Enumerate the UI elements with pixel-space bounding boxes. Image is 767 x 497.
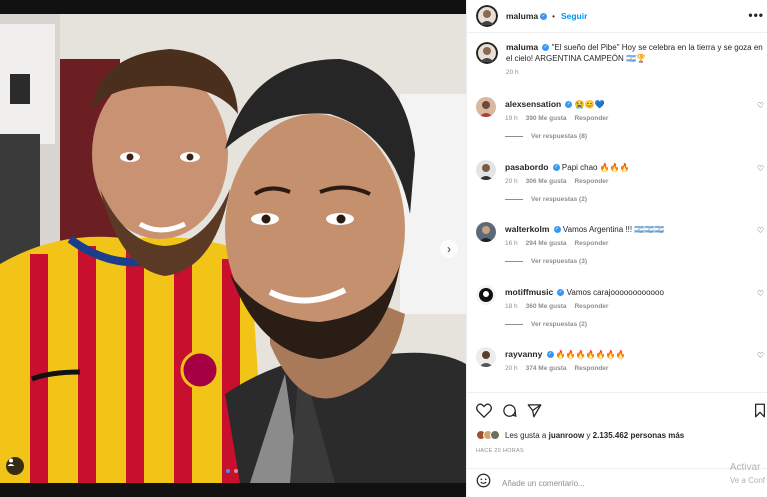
verified-badge-icon: ✓: [546, 351, 554, 359]
comment-text: Vamos carajoooooooooooo: [566, 288, 664, 297]
view-replies[interactable]: Ver respuestas (3): [505, 258, 766, 265]
comment-likes[interactable]: 374 Me gusta: [526, 363, 567, 374]
post-caption: maluma ✓ "El sueño del Pibe" Hoy se cele…: [476, 42, 764, 78]
windows-activation-watermark: Activar Ve a Conf: [729, 462, 765, 485]
comment: motiffmusic ✓ Vamos carajoooooooooooo 18…: [476, 285, 766, 328]
comment-username[interactable]: alexsensation: [505, 99, 561, 109]
post-photo[interactable]: ›: [0, 14, 466, 483]
comment-username[interactable]: pasabordo: [505, 162, 548, 172]
commenter-avatar[interactable]: [476, 222, 496, 242]
view-replies[interactable]: Ver respuestas (2): [505, 321, 766, 328]
share-icon[interactable]: [527, 403, 542, 423]
post-details-panel: maluma ✓ • Seguir ••• maluma ✓ "El sueño…: [466, 0, 767, 497]
reply-button[interactable]: Responder: [574, 363, 608, 374]
commenter-avatar[interactable]: [476, 347, 496, 367]
reply-button[interactable]: Responder: [574, 113, 608, 124]
carousel-dots: [226, 469, 238, 473]
comment-time: 20 h: [505, 178, 518, 185]
like-comment-heart-icon[interactable]: ♡: [757, 289, 764, 298]
comment-likes[interactable]: 306 Me gusta: [526, 176, 567, 187]
comment-likes[interactable]: 294 Me gusta: [526, 238, 567, 249]
add-comment-bar: Añade un comentario...: [467, 468, 767, 497]
comment-likes[interactable]: 390 Me gusta: [526, 113, 567, 124]
comment-time: 19 h: [505, 115, 518, 122]
caption-body: maluma ✓ "El sueño del Pibe" Hoy se cele…: [506, 42, 764, 78]
author-username[interactable]: maluma: [506, 11, 538, 21]
reply-button[interactable]: Responder: [574, 238, 608, 249]
like-comment-heart-icon[interactable]: ♡: [757, 101, 764, 110]
author-avatar[interactable]: [476, 5, 498, 27]
reply-button[interactable]: Responder: [574, 176, 608, 187]
post-header: maluma ✓ • Seguir •••: [467, 0, 767, 33]
post-time-ago: HACE 20 HORAS: [476, 448, 524, 454]
comment-time: 20 h: [505, 365, 518, 372]
comment-time: 18 h: [505, 303, 518, 310]
follow-button[interactable]: Seguir: [561, 11, 587, 21]
commenter-avatar[interactable]: [476, 160, 496, 180]
commenter-avatar[interactable]: [476, 97, 496, 117]
save-bookmark-icon[interactable]: [754, 403, 766, 423]
post-actions: Les gusta a juanroow y 2.135.462 persona…: [467, 392, 767, 472]
photo-illustration: [0, 14, 466, 483]
carousel-dot-active: [226, 469, 230, 473]
comment-time: 16 h: [505, 240, 518, 247]
likes-text: Les gusta a juanroow y 2.135.462 persona…: [505, 430, 685, 440]
user-tag-icon[interactable]: [6, 457, 24, 475]
reply-button[interactable]: Responder: [574, 301, 608, 312]
comment: pasabordo ✓ Papi chao 🔥🔥🔥 20 h 306 Me gu…: [476, 160, 766, 203]
caption-time: 20 h: [506, 69, 519, 76]
comment: rayvanny ✓ 🔥🔥🔥🔥🔥🔥🔥 20 h 374 Me gusta Res…: [476, 347, 766, 374]
comment-username[interactable]: rayvanny: [505, 349, 542, 359]
caption-avatar[interactable]: [476, 42, 498, 64]
caption-username[interactable]: maluma: [506, 42, 538, 52]
more-options-icon[interactable]: •••: [748, 8, 764, 22]
like-heart-icon[interactable]: [476, 403, 492, 423]
comment: walterkolm ✓ Vamos Argentina !!! 🇦🇷🇦🇷🇦🇷 …: [476, 222, 766, 265]
likes-summary[interactable]: Les gusta a juanroow y 2.135.462 persona…: [476, 430, 684, 440]
view-replies[interactable]: Ver respuestas (8): [505, 133, 766, 140]
comment-text: 😭😊💙: [574, 100, 605, 109]
verified-badge-icon: ✓: [552, 164, 560, 172]
view-replies[interactable]: Ver respuestas (2): [505, 196, 766, 203]
verified-badge-icon: ✓: [540, 12, 548, 20]
emoji-icon[interactable]: [476, 473, 491, 493]
comment-text: Vamos Argentina !!! 🇦🇷🇦🇷🇦🇷: [562, 225, 665, 234]
like-comment-heart-icon[interactable]: ♡: [757, 226, 764, 235]
next-photo-arrow[interactable]: ›: [440, 240, 458, 258]
liker-avatar: [490, 430, 500, 440]
like-comment-heart-icon[interactable]: ♡: [757, 164, 764, 173]
instagram-post-viewer: › maluma ✓ • Seguir ••• maluma ✓ "El sue…: [0, 0, 767, 497]
comment-text: Papi chao 🔥🔥🔥: [561, 163, 630, 172]
comment-username[interactable]: walterkolm: [505, 224, 549, 234]
comment-text: 🔥🔥🔥🔥🔥🔥🔥: [555, 350, 626, 359]
add-comment-input[interactable]: Añade un comentario...: [502, 479, 585, 488]
verified-badge-icon: ✓: [542, 44, 550, 52]
comment: alexsensation ✓ 😭😊💙 19 h 390 Me gusta Re…: [476, 97, 766, 140]
likes-count[interactable]: 2.135.462 personas más: [593, 431, 685, 440]
verified-badge-icon: ✓: [553, 226, 561, 234]
verified-badge-icon: ✓: [565, 101, 573, 109]
comment-likes[interactable]: 360 Me gusta: [526, 301, 567, 312]
like-comment-heart-icon[interactable]: ♡: [757, 351, 764, 360]
verified-badge-icon: ✓: [557, 289, 565, 297]
carousel-dot: [234, 469, 238, 473]
comment-username[interactable]: motiffmusic: [505, 287, 553, 297]
commenter-avatar[interactable]: [476, 285, 496, 305]
comment-icon[interactable]: [502, 403, 517, 423]
likes-user[interactable]: juanroow: [549, 431, 585, 440]
header-separator: •: [552, 11, 555, 21]
